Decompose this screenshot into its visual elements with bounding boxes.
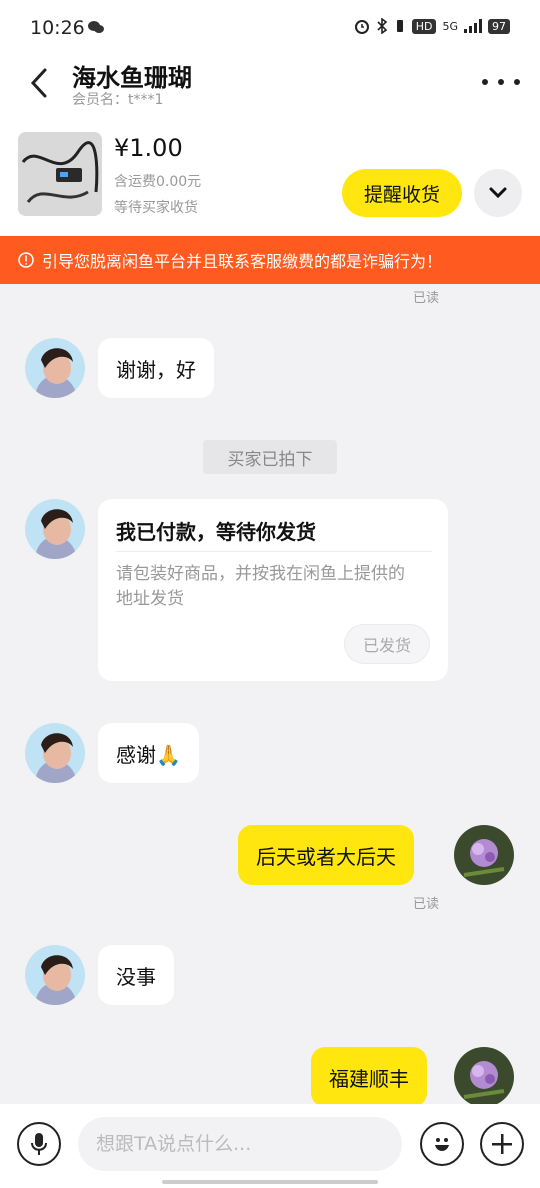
seller-avatar-image (25, 723, 85, 783)
system-notice: 买家已拍下 (203, 440, 337, 474)
status-bar: 10:26 HD 5G 97 (0, 0, 540, 56)
remind-receipt-button[interactable]: 提醒收货 (342, 169, 462, 217)
more-dot-icon (514, 79, 520, 85)
status-time: 10:26 (30, 17, 85, 39)
more-dot-icon (482, 79, 488, 85)
order-status: 等待买家收货 (114, 200, 198, 216)
message-bubble[interactable]: 感谢🙏 (98, 723, 199, 783)
product-card[interactable]: ¥1.00 含运费0.00元 等待买家收货 提醒收货 (0, 114, 540, 236)
page-title: 海水鱼珊瑚 (72, 64, 192, 92)
avatar[interactable] (454, 825, 514, 885)
avatar[interactable] (25, 499, 85, 559)
warning-text: 引导您脱离闲鱼平台并且联系客服缴费的都是诈骗行为！ (42, 252, 443, 271)
plus-icon (492, 1134, 512, 1154)
bluetooth-icon (377, 18, 387, 34)
back-button[interactable] (22, 64, 56, 102)
product-thumbnail[interactable] (18, 132, 102, 216)
input-bar (0, 1104, 540, 1188)
vibrate-icon (396, 20, 403, 32)
chat-header: 海水鱼珊瑚 会员名：t***1 (0, 56, 540, 114)
more-actions-button[interactable] (480, 1122, 524, 1166)
emoji-button[interactable] (420, 1122, 464, 1166)
read-receipt: 已读 (413, 897, 440, 912)
shipping-fee: 含运费0.00元 (114, 174, 202, 190)
buyer-avatar-image (454, 825, 514, 885)
signal-icon (464, 19, 482, 33)
status-icons: HD 5G 97 (354, 18, 510, 34)
seller-avatar-image (25, 338, 85, 398)
payment-card-title: 我已付款，等待你发货 (116, 520, 316, 544)
hd-badge: HD (411, 18, 437, 34)
payment-card[interactable]: 我已付款，等待你发货 请包装好商品，并按我在闲鱼上提供的地址发货 已发货 (98, 499, 448, 681)
member-name: 会员名：t***1 (72, 92, 164, 108)
seller-avatar-image (25, 499, 85, 559)
smile-icon (435, 1138, 449, 1151)
avatar[interactable] (454, 1047, 514, 1107)
expand-button[interactable] (474, 169, 522, 217)
payment-card-desc: 请包装好商品，并按我在闲鱼上提供的地址发货 (116, 564, 405, 609)
message-input[interactable] (78, 1117, 402, 1171)
home-indicator (162, 1180, 378, 1184)
more-dot-icon (498, 79, 504, 85)
avatar[interactable] (25, 723, 85, 783)
shipped-button[interactable]: 已发货 (344, 624, 430, 664)
buyer-avatar-image (454, 1047, 514, 1107)
microphone-icon (31, 1133, 47, 1155)
chevron-down-icon (489, 187, 507, 199)
message-bubble[interactable]: 没事 (98, 945, 174, 1005)
message-bubble[interactable]: 后天或者大后天 (238, 825, 414, 885)
fraud-warning-banner: 引导您脱离闲鱼平台并且联系客服缴费的都是诈骗行为！ (0, 236, 540, 284)
message-list[interactable]: 已读 谢谢，好 买家已拍下 我已付款，等待你发货 请包装好商品，并按我在闲鱼上提… (0, 284, 540, 1107)
message-bubble[interactable]: 谢谢，好 (98, 338, 214, 398)
product-price: ¥1.00 (114, 134, 183, 162)
message-bubble[interactable]: 福建顺丰 (311, 1047, 427, 1107)
product-image (18, 132, 102, 216)
wechat-icon (88, 21, 104, 33)
alert-icon (18, 252, 34, 268)
avatar[interactable] (25, 945, 85, 1005)
chevron-left-icon (30, 68, 47, 98)
more-options-button[interactable] (482, 68, 520, 96)
avatar[interactable] (25, 338, 85, 398)
voice-button[interactable] (17, 1122, 61, 1166)
battery-level: 97 (488, 18, 510, 34)
alarm-icon (354, 20, 369, 34)
read-receipt: 已读 (413, 291, 440, 306)
network-label: 5G (442, 19, 458, 33)
divider (116, 551, 432, 552)
seller-avatar-image (25, 945, 85, 1005)
